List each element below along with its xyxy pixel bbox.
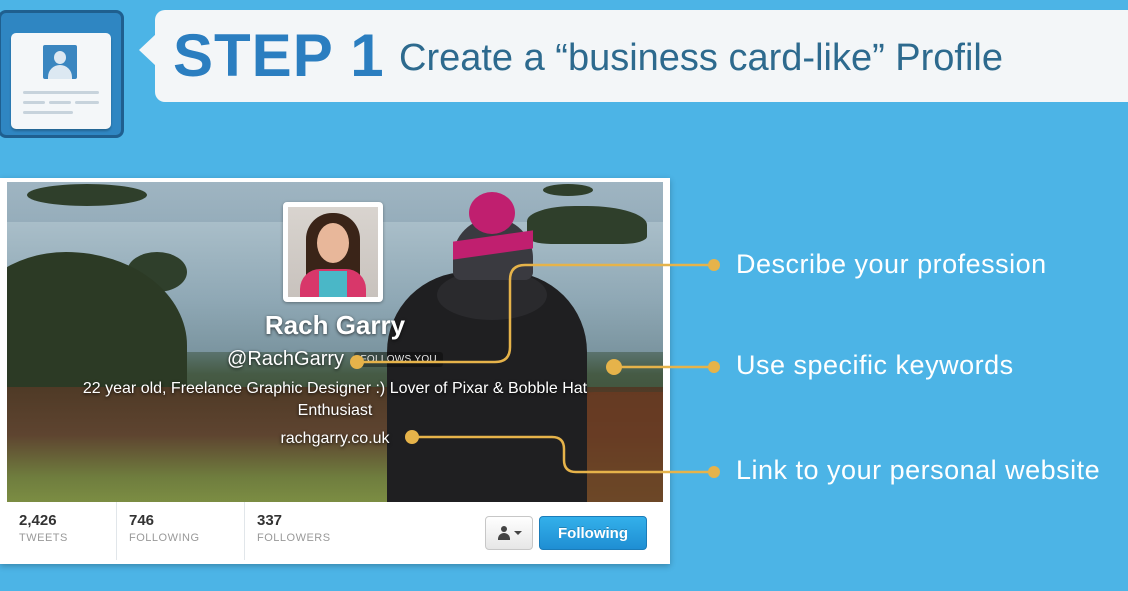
user-actions-dropdown-button[interactable]	[485, 516, 533, 550]
follows-you-badge: FOLLOWS YOU	[354, 352, 443, 367]
dot-end-profession	[708, 259, 720, 271]
step-subtitle: Create a “business card-like” Profile	[399, 37, 1004, 79]
step-label: STEP 1	[173, 22, 385, 89]
card-icon	[11, 33, 111, 129]
step-banner: STEP 1 Create a “business card-like” Pro…	[139, 10, 1128, 102]
chevron-down-icon	[513, 531, 522, 535]
callout-website: Link to your personal website	[736, 455, 1101, 485]
twitter-profile-card: Rach Garry @RachGarry FOLLOWS YOU 22 yea…	[0, 178, 670, 564]
user-icon	[497, 526, 511, 540]
profile-card-step-icon	[0, 10, 124, 138]
stat-value: 2,426	[19, 512, 57, 529]
profile-name: Rach Garry	[264, 310, 406, 340]
person-photo	[377, 192, 597, 502]
stat-following[interactable]: 746 FOLLOWING	[117, 502, 245, 560]
stat-followers[interactable]: 337 FOLLOWERS	[245, 502, 373, 560]
profile-stats-bar: 2,426 TWEETS 746 FOLLOWING 337 FOLLOWERS…	[7, 502, 663, 560]
callout-profession: Describe your profession	[736, 249, 1047, 279]
profile-handle[interactable]: @RachGarry	[227, 348, 344, 370]
profile-website-link[interactable]: rachgarry.co.uk	[7, 430, 663, 448]
following-button[interactable]: Following	[539, 516, 647, 550]
stat-label: FOLLOWERS	[257, 532, 331, 544]
stat-value: 746	[129, 512, 155, 529]
stat-label: TWEETS	[19, 532, 68, 544]
profile-header-image: Rach Garry @RachGarry FOLLOWS YOU 22 yea…	[7, 182, 663, 502]
profile-bio: 22 year old, Freelance Graphic Designer …	[82, 380, 588, 419]
stat-label: FOLLOWING	[129, 532, 200, 544]
stat-tweets[interactable]: 2,426 TWEETS	[7, 502, 117, 560]
stat-value: 337	[257, 512, 283, 529]
handle-row: @RachGarry FOLLOWS YOU	[7, 348, 663, 371]
user-silhouette-icon	[43, 45, 77, 79]
dot-end-website	[708, 466, 720, 478]
avatar[interactable]	[283, 202, 383, 302]
dot-end-keywords	[708, 361, 720, 373]
callout-keywords: Use specific keywords	[736, 350, 1014, 380]
